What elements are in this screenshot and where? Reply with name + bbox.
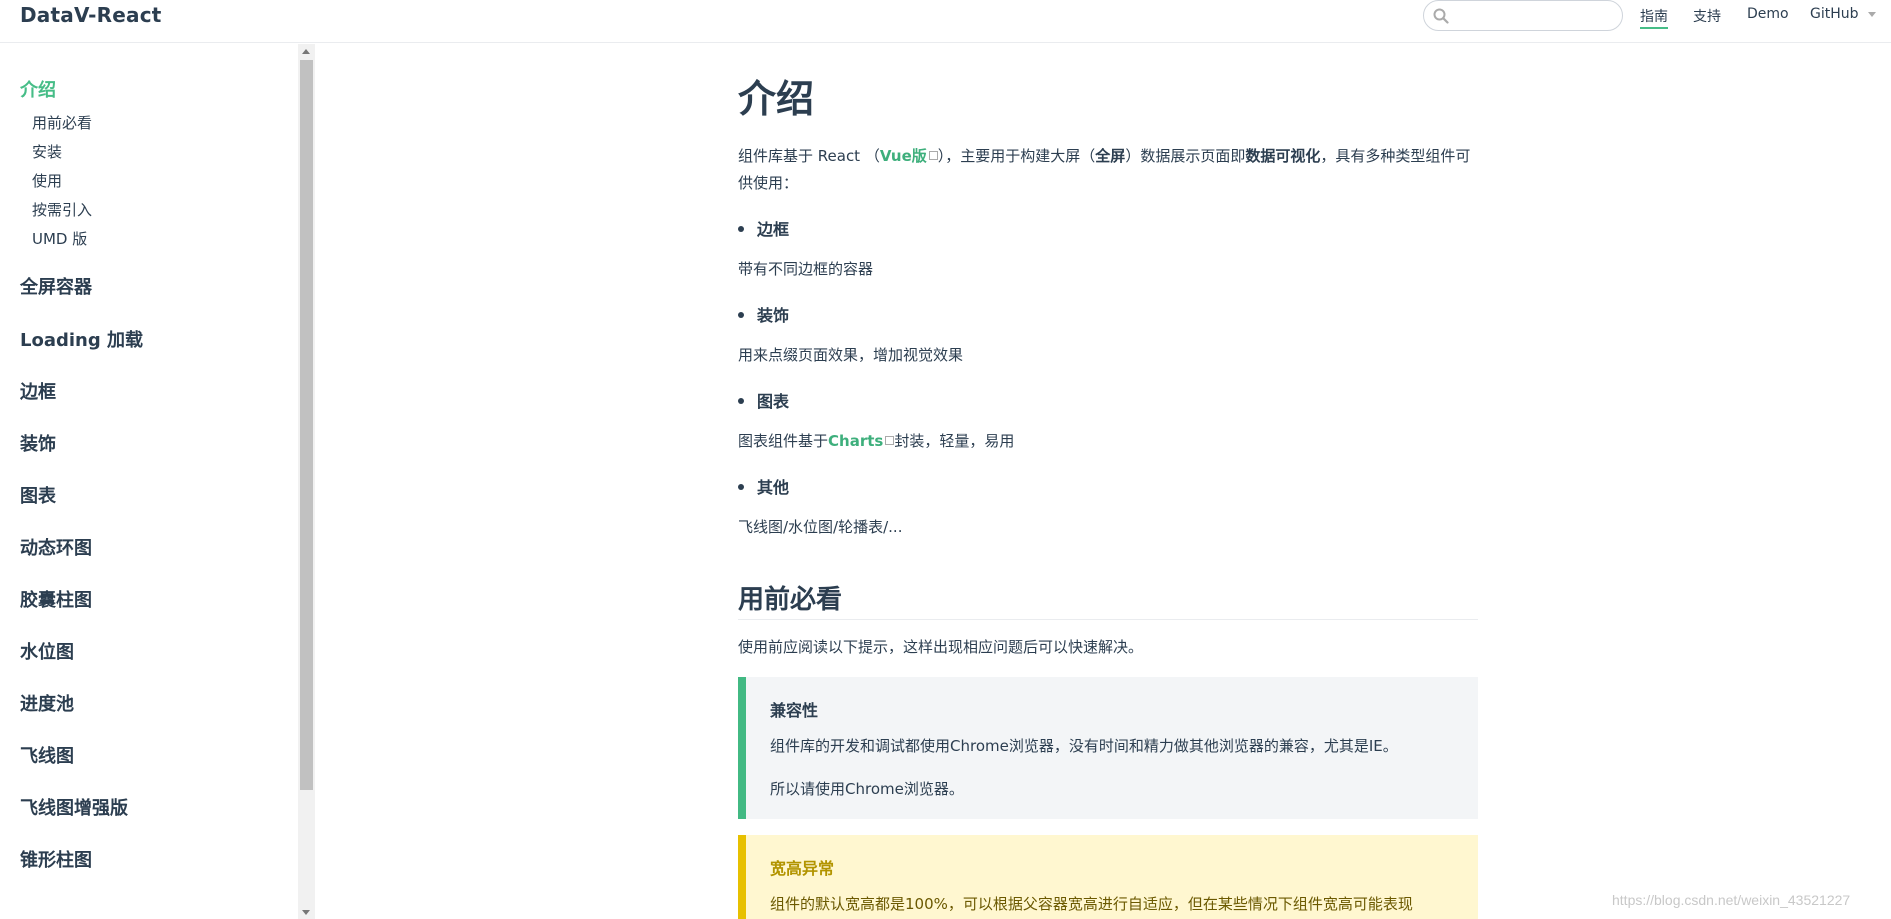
bullet-desc: 飞线图/水位图/轮播表/...	[738, 518, 903, 536]
search-box[interactable]	[1423, 0, 1623, 31]
nav-link-demo[interactable]: Demo	[1747, 6, 1789, 22]
sidebar-item-border[interactable]: 边框	[20, 378, 56, 404]
vue-link[interactable]: Vue版	[880, 147, 927, 165]
sidebar-sub-install[interactable]: 安装	[32, 141, 62, 162]
sidebar-sub-umd[interactable]: UMD 版	[32, 228, 87, 249]
search-input[interactable]	[1456, 5, 1618, 27]
bullet-desc: 用来点缀页面效果，增加视觉效果	[738, 346, 964, 364]
sidebar-item-water-level[interactable]: 水位图	[20, 638, 74, 664]
navbar: DataV-React 指南 支持 Demo GitHub	[0, 0, 1891, 43]
charts-desc-prefix: 图表组件基于	[738, 432, 829, 450]
bullet-label: 其他	[757, 478, 790, 497]
fullscreen-bold: 全屏	[1095, 147, 1126, 165]
sidebar-scrollbar[interactable]	[298, 44, 315, 919]
site-title[interactable]: DataV-React	[20, 3, 162, 27]
intro-text-mid: ），主要用于构建大屏（	[937, 147, 1096, 165]
external-link-icon	[928, 151, 938, 160]
sidebar-sub-usage[interactable]: 使用	[32, 170, 62, 191]
scrollbar-thumb[interactable]	[300, 60, 313, 790]
sidebar-item-intro[interactable]: 介绍	[20, 76, 56, 102]
sidebar-item-charts[interactable]: 图表	[20, 482, 56, 508]
intro-paragraph: 组件库基于 React （Vue版 ），主要用于构建大屏（全屏）数据展示页面即数据…	[738, 143, 1478, 197]
bullet-label: 图表	[757, 392, 790, 411]
bullet-dot	[738, 226, 744, 232]
intro-text-mid2: ）数据展示页面即	[1125, 147, 1246, 165]
warning-line: 组件的默认宽高都是100%，可以根据父容器宽高进行自适应，但在某些情况下组件宽高…	[770, 895, 1413, 913]
sidebar-item-flyline[interactable]: 飞线图	[20, 742, 74, 768]
sidebar-sub-on-demand[interactable]: 按需引入	[32, 199, 92, 220]
warning-title: 宽高异常	[770, 859, 835, 878]
sidebar-sub-must-read[interactable]: 用前必看	[32, 112, 92, 133]
sidebar-item-fullscreen[interactable]: 全屏容器	[20, 273, 92, 299]
external-link-icon	[885, 436, 895, 445]
intro-text: 组件库基于 React （	[738, 147, 880, 165]
bullet-desc: 带有不同边框的容器	[738, 260, 874, 278]
tip-title: 兼容性	[770, 701, 819, 720]
nav-link-guide[interactable]: 指南	[1640, 6, 1668, 29]
section-desc: 使用前应阅读以下提示，这样出现相应问题后可以快速解决。	[738, 638, 1144, 656]
bullet-desc: 图表组件基于Charts 封装，轻量，易用	[738, 428, 1014, 455]
dataviz-bold: 数据可视化	[1245, 147, 1321, 165]
page-title: 介绍	[738, 77, 815, 121]
sidebar-item-flyline-enhanced[interactable]: 飞线图增强版	[20, 794, 128, 820]
sidebar: 介绍 用前必看 安装 使用 按需引入 UMD 版 全屏容器 Loading 加载…	[0, 44, 315, 919]
sidebar-item-cone-column[interactable]: 锥形柱图	[20, 846, 92, 872]
bullet-label: 装饰	[757, 306, 790, 325]
charts-link[interactable]: Charts	[828, 432, 883, 450]
watermark: https://blog.csdn.net/weixin_43521227	[1612, 892, 1851, 908]
nav-link-github[interactable]: GitHub	[1810, 6, 1859, 22]
search-icon	[1433, 8, 1449, 24]
tip-line: 组件库的开发和调试都使用Chrome浏览器，没有时间和精力做其他浏览器的兼容，尤…	[770, 737, 1398, 755]
chevron-down-icon[interactable]	[1868, 12, 1876, 17]
bullet-dot	[738, 398, 744, 404]
bullet-dot	[738, 484, 744, 490]
scroll-up-arrow-icon[interactable]	[302, 49, 310, 54]
bullet-dot	[738, 312, 744, 318]
section-title: 用前必看	[738, 579, 1478, 620]
tip-line: 所以请使用Chrome浏览器。	[770, 780, 964, 798]
bullet-label: 边框	[757, 220, 790, 239]
sidebar-item-decoration[interactable]: 装饰	[20, 430, 56, 456]
sidebar-item-progress-pool[interactable]: 进度池	[20, 690, 74, 716]
sidebar-item-loading[interactable]: Loading 加载	[20, 326, 143, 352]
sidebar-item-capsule-chart[interactable]: 胶囊柱图	[20, 586, 92, 612]
tip-compatibility: 兼容性 组件库的开发和调试都使用Chrome浏览器，没有时间和精力做其他浏览器的…	[738, 677, 1478, 819]
sidebar-item-ring-chart[interactable]: 动态环图	[20, 534, 92, 560]
warning-size: 宽高异常 组件的默认宽高都是100%，可以根据父容器宽高进行自适应，但在某些情况…	[738, 835, 1478, 919]
scroll-down-arrow-icon[interactable]	[302, 910, 310, 915]
nav-link-support[interactable]: 支持	[1693, 6, 1721, 26]
charts-desc-suffix: 封装，轻量，易用	[894, 432, 1015, 450]
